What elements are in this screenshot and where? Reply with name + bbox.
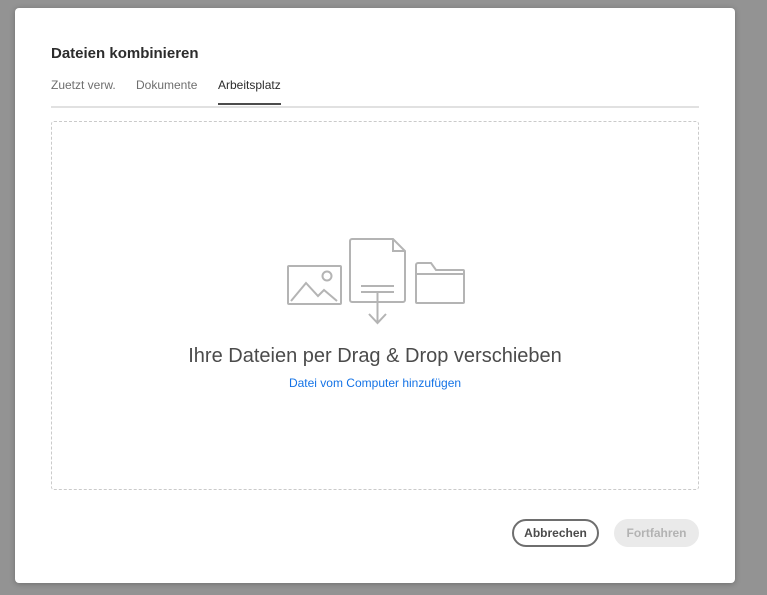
file-dropzone[interactable]: Ihre Dateien per Drag & Drop verschieben…: [51, 121, 699, 490]
tab-workspace[interactable]: Arbeitsplatz: [218, 78, 281, 105]
tab-documents[interactable]: Dokumente: [136, 78, 197, 101]
folder-icon: [415, 262, 465, 304]
add-from-computer-link[interactable]: Datei vom Computer hinzufügen: [52, 376, 698, 390]
tab-bar: Zuetzt verw. Dokumente Arbeitsplatz: [51, 78, 699, 108]
dialog-title: Dateien kombinieren: [51, 45, 199, 62]
combine-files-dialog: Dateien kombinieren Zuetzt verw. Dokumen…: [15, 8, 735, 583]
dropzone-illustration: [287, 238, 465, 325]
document-download-icon: [349, 238, 406, 325]
dropzone-text: Ihre Dateien per Drag & Drop verschieben: [188, 345, 562, 367]
tab-recent[interactable]: Zuetzt verw.: [51, 78, 116, 101]
image-icon: [287, 265, 342, 305]
continue-button[interactable]: Fortfahren: [614, 519, 699, 547]
cancel-button[interactable]: Abbrechen: [512, 519, 599, 547]
